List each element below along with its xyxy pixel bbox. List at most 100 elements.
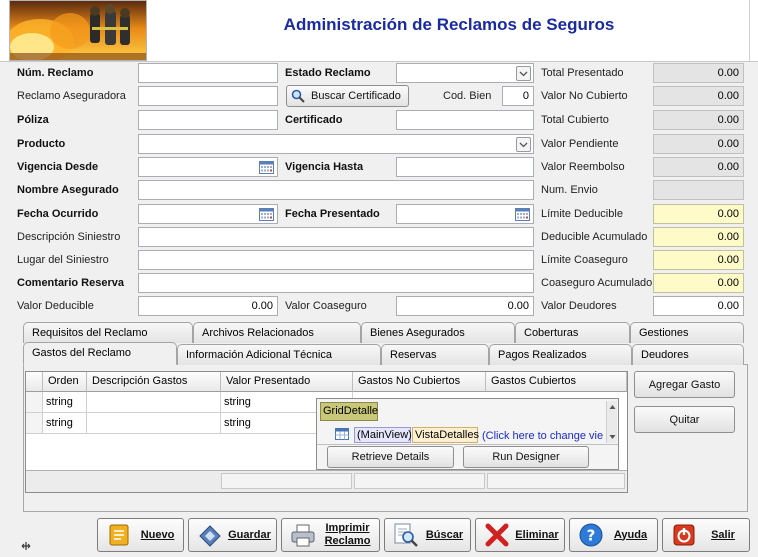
salir-button[interactable]: Salir bbox=[662, 518, 750, 552]
vigencia-desde-label: Vigencia Desde bbox=[17, 161, 99, 173]
imprimir-reclamo-button[interactable]: Imprimir Reclamo bbox=[281, 518, 380, 552]
grid-header-valor-presentado[interactable]: Valor Presentado bbox=[221, 372, 353, 392]
total-presentado-value: 0.00 bbox=[653, 63, 744, 83]
grid-detalle-text: GridDetalle bbox=[323, 405, 379, 417]
certificado-label: Certificado bbox=[285, 114, 343, 126]
guardar-button[interactable]: Guardar bbox=[188, 518, 277, 552]
num-reclamo-input[interactable] bbox=[138, 63, 278, 83]
tab-bienes[interactable]: Bienes Asegurados bbox=[361, 322, 515, 343]
limite-coaseguro-input[interactable]: 0.00 bbox=[653, 250, 744, 270]
descripcion-siniestro-input[interactable] bbox=[138, 227, 534, 247]
grid-cell[interactable] bbox=[87, 392, 221, 413]
vigencia-hasta-label: Vigencia Hasta bbox=[285, 161, 364, 173]
reclamo-aseguradora-input[interactable] bbox=[138, 86, 278, 106]
fecha-ocurrido-input[interactable] bbox=[138, 204, 278, 224]
cod-bien-input[interactable]: 0 bbox=[502, 86, 534, 106]
buscar-certificado-button[interactable]: Buscar Certificado bbox=[286, 85, 409, 107]
search-icon bbox=[291, 89, 305, 103]
fecha-presentado-label: Fecha Presentado bbox=[285, 208, 380, 220]
valor-coaseguro-label: Valor Coaseguro bbox=[285, 300, 367, 312]
producto-select[interactable] bbox=[138, 134, 534, 154]
nuevo-button[interactable]: Nuevo bbox=[97, 518, 184, 552]
grid-cell[interactable] bbox=[87, 413, 221, 434]
grid-header-gastos-no-cubiertos[interactable]: Gastos No Cubiertos bbox=[353, 372, 486, 392]
grid-cell[interactable]: string bbox=[43, 392, 87, 413]
lugar-siniestro-input[interactable] bbox=[138, 250, 534, 270]
fecha-presentado-input[interactable] bbox=[396, 204, 534, 224]
poliza-input[interactable] bbox=[138, 110, 278, 130]
row-indicator[interactable] bbox=[26, 413, 43, 434]
buscar-button[interactable]: Búscar bbox=[384, 518, 471, 552]
total-cubierto-value: 0.00 bbox=[653, 110, 744, 130]
limite-deducible-input[interactable]: 0.00 bbox=[653, 204, 744, 224]
buscar-label: Búscar bbox=[425, 528, 464, 541]
magnifier-document-icon bbox=[393, 522, 419, 548]
tab-pagos-realizados[interactable]: Pagos Realizados bbox=[489, 344, 632, 365]
tab-requisitos[interactable]: Requisitos del Reclamo bbox=[23, 322, 193, 343]
salir-label: Salir bbox=[711, 528, 735, 541]
certificado-input[interactable] bbox=[396, 110, 534, 130]
limite-deducible-label: Límite Deducible bbox=[541, 208, 623, 220]
delete-x-icon bbox=[484, 522, 510, 548]
retrieve-details-button[interactable]: Retrieve Details bbox=[327, 446, 454, 468]
lugar-siniestro-label: Lugar del Siniestro bbox=[17, 254, 109, 266]
calendar-icon[interactable] bbox=[258, 160, 275, 175]
valor-reembolso-value: 0.00 bbox=[653, 157, 744, 177]
estado-reclamo-select[interactable] bbox=[396, 63, 534, 83]
nombre-asegurado-input[interactable] bbox=[138, 180, 534, 200]
comentario-reserva-input[interactable] bbox=[138, 273, 534, 293]
footer-cell bbox=[487, 473, 625, 489]
eliminar-button[interactable]: Eliminar bbox=[475, 518, 565, 552]
valor-deudores-label: Valor Deudores bbox=[541, 300, 617, 312]
footer-cell bbox=[221, 473, 352, 489]
deducible-acumulado-input[interactable]: 0.00 bbox=[653, 227, 744, 247]
popup-scrollbar[interactable] bbox=[606, 401, 617, 443]
grid-row-indicator-header bbox=[26, 372, 43, 392]
tab-informacion-tecnica[interactable]: Información Adicional Técnica bbox=[177, 344, 381, 365]
valor-deducible-label: Valor Deducible bbox=[17, 300, 94, 312]
agregar-gasto-button[interactable]: Agregar Gasto bbox=[634, 371, 735, 398]
tab-archivos[interactable]: Archivos Relacionados bbox=[193, 322, 361, 343]
comentario-reserva-label: Comentario Reserva bbox=[17, 277, 124, 289]
grid-header-orden[interactable]: Orden bbox=[43, 372, 87, 392]
vigencia-desde-input[interactable] bbox=[138, 157, 278, 177]
coaseguro-acumulado-input[interactable]: 0.00 bbox=[653, 273, 744, 293]
tab-gestiones[interactable]: Gestiones bbox=[630, 322, 744, 343]
chevron-down-icon[interactable] bbox=[516, 66, 531, 81]
new-document-icon bbox=[106, 522, 132, 548]
chevron-down-icon[interactable] bbox=[516, 137, 531, 152]
valor-coaseguro-input[interactable]: 0.00 bbox=[396, 296, 534, 316]
num-reclamo-label: Núm. Reclamo bbox=[17, 67, 94, 79]
tab-coberturas[interactable]: Coberturas bbox=[515, 322, 630, 343]
producto-label: Producto bbox=[17, 138, 66, 150]
mainview-box[interactable]: (MainView) bbox=[354, 427, 412, 443]
deducible-acumulado-label: Deducible Acumulado bbox=[541, 231, 648, 243]
run-designer-button[interactable]: Run Designer bbox=[463, 446, 589, 468]
grid-header-gastos-cubiertos[interactable]: Gastos Cubiertos bbox=[486, 372, 627, 392]
vigencia-hasta-input[interactable] bbox=[396, 157, 534, 177]
ayuda-button[interactable]: ? Ayuda bbox=[569, 518, 658, 552]
calendar-icon[interactable] bbox=[514, 207, 531, 222]
limite-coaseguro-label: Límite Coaseguro bbox=[541, 254, 628, 266]
ayuda-label: Ayuda bbox=[613, 528, 648, 541]
svg-text:?: ? bbox=[587, 527, 596, 545]
estado-reclamo-label: Estado Reclamo bbox=[285, 67, 371, 79]
valor-deducible-input[interactable]: 0.00 bbox=[138, 296, 278, 316]
row-indicator[interactable] bbox=[26, 392, 43, 413]
tab-gastos-reclamo[interactable]: Gastos del Reclamo bbox=[23, 342, 177, 365]
cod-bien-label: Cod. Bien bbox=[443, 90, 492, 102]
vista-detalles-box[interactable]: VistaDetalles bbox=[412, 427, 479, 443]
valor-deudores-input[interactable]: 0.00 bbox=[653, 296, 744, 316]
valor-no-cubierto-label: Valor No Cubierto bbox=[541, 90, 628, 102]
quitar-button[interactable]: Quitar bbox=[634, 406, 735, 433]
num-envio-label: Num. Envio bbox=[541, 184, 598, 196]
fecha-ocurrido-label: Fecha Ocurrido bbox=[17, 208, 99, 220]
tab-reservas[interactable]: Reservas bbox=[381, 344, 489, 365]
coaseguro-acumulado-label: Coaseguro Acumulado bbox=[541, 277, 653, 289]
grid-header-descripcion[interactable]: Descripción Gastos bbox=[87, 372, 221, 392]
change-view-link[interactable]: (Click here to change vie bbox=[482, 429, 604, 443]
tab-deudores[interactable]: Deudores bbox=[632, 344, 744, 365]
grid-cell[interactable]: string bbox=[43, 413, 87, 434]
total-presentado-label: Total Presentado bbox=[541, 67, 624, 79]
calendar-icon[interactable] bbox=[258, 207, 275, 222]
